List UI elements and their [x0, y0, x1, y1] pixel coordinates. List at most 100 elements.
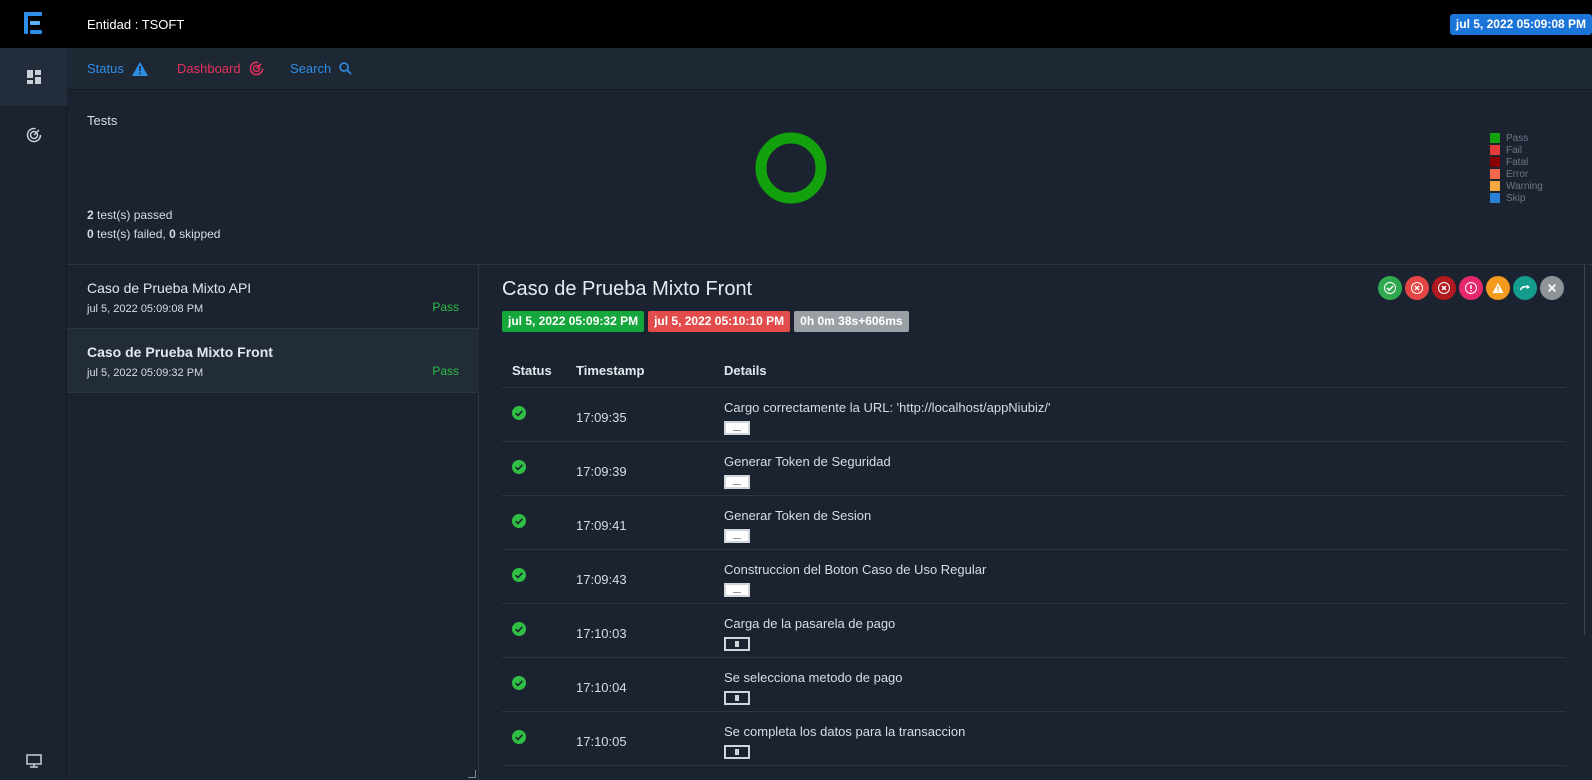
timestamp-cell: 17:09:35	[576, 387, 724, 442]
report-date-badge: jul 5, 2022 05:09:08 PM	[1449, 14, 1592, 35]
timestamp-cell: 17:09:41	[576, 495, 724, 550]
pass-check-icon	[512, 729, 526, 744]
sidebar-item-dashboard[interactable]	[0, 106, 67, 164]
filter-error-button[interactable]	[1459, 276, 1483, 300]
status-cell	[502, 441, 576, 496]
column-timestamp: Timestamp	[576, 355, 724, 388]
table-row: 17:10:04 Se selecciona metodo de pago	[502, 657, 1566, 712]
resize-handle[interactable]	[468, 770, 476, 778]
step-details: Se selecciona metodo de pago	[724, 669, 903, 685]
filter-pass-button[interactable]	[1378, 276, 1402, 300]
timestamp-cell: 17:10:05	[576, 711, 724, 766]
test-date: jul 5, 2022 05:09:08 PM	[87, 303, 204, 315]
legend-swatch	[1490, 169, 1500, 179]
test-date: jul 5, 2022 05:09:32 PM	[87, 367, 204, 379]
test-list-item[interactable]: Caso de Prueba Mixto API jul 5, 2022 05:…	[67, 265, 479, 329]
status-cell	[502, 711, 576, 766]
table-header-row: Status Timestamp Details	[502, 355, 1566, 388]
passed-count: 2	[87, 208, 94, 222]
legend-item-skip[interactable]: Skip	[1490, 192, 1543, 204]
failed-text: test(s) failed,	[97, 227, 166, 241]
legend-item-fatal[interactable]: Fatal	[1490, 156, 1543, 168]
duration-badge: 0h 0m 38s+606ms	[794, 311, 909, 332]
detail-scrollbar[interactable]	[1584, 265, 1590, 635]
legend-swatch	[1490, 145, 1500, 155]
legend-swatch	[1490, 193, 1500, 203]
screenshot-thumbnail[interactable]	[724, 744, 750, 759]
legend-item-warning[interactable]: Warning	[1490, 180, 1543, 192]
test-status: Pass	[432, 364, 459, 378]
passed-text: test(s) passed	[97, 208, 173, 222]
nav-status-label: Status	[87, 61, 124, 76]
app-logo[interactable]	[22, 10, 46, 36]
legend-item-fail[interactable]: Fail	[1490, 144, 1543, 156]
screenshot-thumbnail[interactable]	[724, 528, 750, 543]
filter-fail-button[interactable]	[1405, 276, 1429, 300]
skipped-text: skipped	[179, 227, 221, 241]
sidebar-item-environment[interactable]	[0, 754, 67, 768]
check-icon	[1384, 282, 1396, 294]
redo-icon	[1519, 284, 1530, 291]
nav-status[interactable]: Status	[87, 61, 148, 76]
test-name: Caso de Prueba Mixto Front	[87, 344, 273, 360]
screenshot-thumbnail[interactable]	[724, 420, 750, 435]
timestamp-cell: 17:10:03	[576, 603, 724, 658]
screenshot-thumbnail[interactable]	[724, 636, 750, 651]
details-cell: Generar Token de Sesion	[724, 495, 1566, 550]
details-cell: Se selecciona metodo de pago	[724, 657, 1566, 712]
test-status: Pass	[432, 300, 459, 314]
step-details: Se completa los datos para la transaccio…	[724, 723, 966, 739]
close-icon	[1547, 283, 1557, 293]
legend-swatch	[1490, 133, 1500, 143]
nav-dashboard[interactable]: Dashboard	[177, 61, 264, 76]
table-row: 17:09:35 Cargo correctamente la URL: 'ht…	[502, 387, 1566, 442]
legend-item-pass[interactable]: Pass	[1490, 132, 1543, 144]
summary-title: Tests	[87, 113, 118, 128]
sidebar	[0, 48, 67, 780]
nav-bar: Status Dashboard Search	[67, 48, 1592, 90]
screenshot-thumbnail[interactable]	[724, 690, 750, 705]
timestamp-cell: 17:10:04	[576, 657, 724, 712]
close-circle-icon	[1438, 282, 1450, 294]
legend-label: Fatal	[1506, 156, 1529, 168]
end-time-badge: jul 5, 2022 05:10:10 PM	[648, 311, 791, 332]
passed-summary: 2 test(s) passed	[87, 208, 172, 222]
status-cell	[502, 549, 576, 604]
legend-item-error[interactable]: Error	[1490, 168, 1543, 180]
pass-check-icon	[512, 675, 526, 690]
table-row: 17:10:03 Carga de la pasarela de pago	[502, 603, 1566, 658]
test-detail-panel: Caso de Prueba Mixto Front jul 5, 2022 0…	[480, 265, 1580, 780]
start-time-badge: jul 5, 2022 05:09:32 PM	[502, 311, 645, 332]
filter-skip-button[interactable]	[1513, 276, 1537, 300]
test-list-item[interactable]: Caso de Prueba Mixto Front jul 5, 2022 0…	[67, 329, 479, 393]
step-details: Generar Token de Sesion	[724, 507, 872, 523]
filter-warning-button[interactable]	[1486, 276, 1510, 300]
details-cell: Se completa los datos para la transaccio…	[724, 711, 1566, 766]
close-circle-icon	[1411, 282, 1423, 294]
details-cell: Generar Token de Seguridad	[724, 441, 1566, 496]
table-row: 17:09:39 Generar Token de Seguridad	[502, 441, 1566, 496]
failed-count: 0	[87, 227, 94, 241]
filter-fatal-button[interactable]	[1432, 276, 1456, 300]
pass-check-icon	[512, 621, 526, 636]
skipped-count: 0	[169, 227, 176, 241]
sidebar-item-tests[interactable]	[0, 48, 67, 106]
table-row: 17:09:43 Construccion del Boton Caso de …	[502, 549, 1566, 604]
status-cell	[502, 495, 576, 550]
screenshot-thumbnail[interactable]	[724, 582, 750, 597]
detail-badges: jul 5, 2022 05:09:32 PM jul 5, 2022 05:1…	[502, 311, 909, 332]
nav-search[interactable]: Search	[290, 61, 352, 76]
dashboard-icon	[249, 61, 263, 76]
step-details: Construccion del Boton Caso de Uso Regul…	[724, 561, 987, 577]
screenshot-thumbnail[interactable]	[724, 474, 750, 489]
column-details: Details	[724, 355, 1566, 388]
nav-dashboard-label: Dashboard	[177, 61, 241, 76]
chart-legend: Pass Fail Fatal Error Warning Skip	[1490, 132, 1543, 204]
timestamp-cell: 17:09:43	[576, 549, 724, 604]
entity-label: Entidad : TSOFT	[87, 17, 185, 32]
warning-icon	[131, 61, 148, 76]
column-status: Status	[502, 355, 576, 388]
details-cell: Cargo correctamente la URL: 'http://loca…	[724, 387, 1566, 442]
filter-clear-button[interactable]	[1540, 276, 1564, 300]
legend-swatch	[1490, 157, 1500, 167]
